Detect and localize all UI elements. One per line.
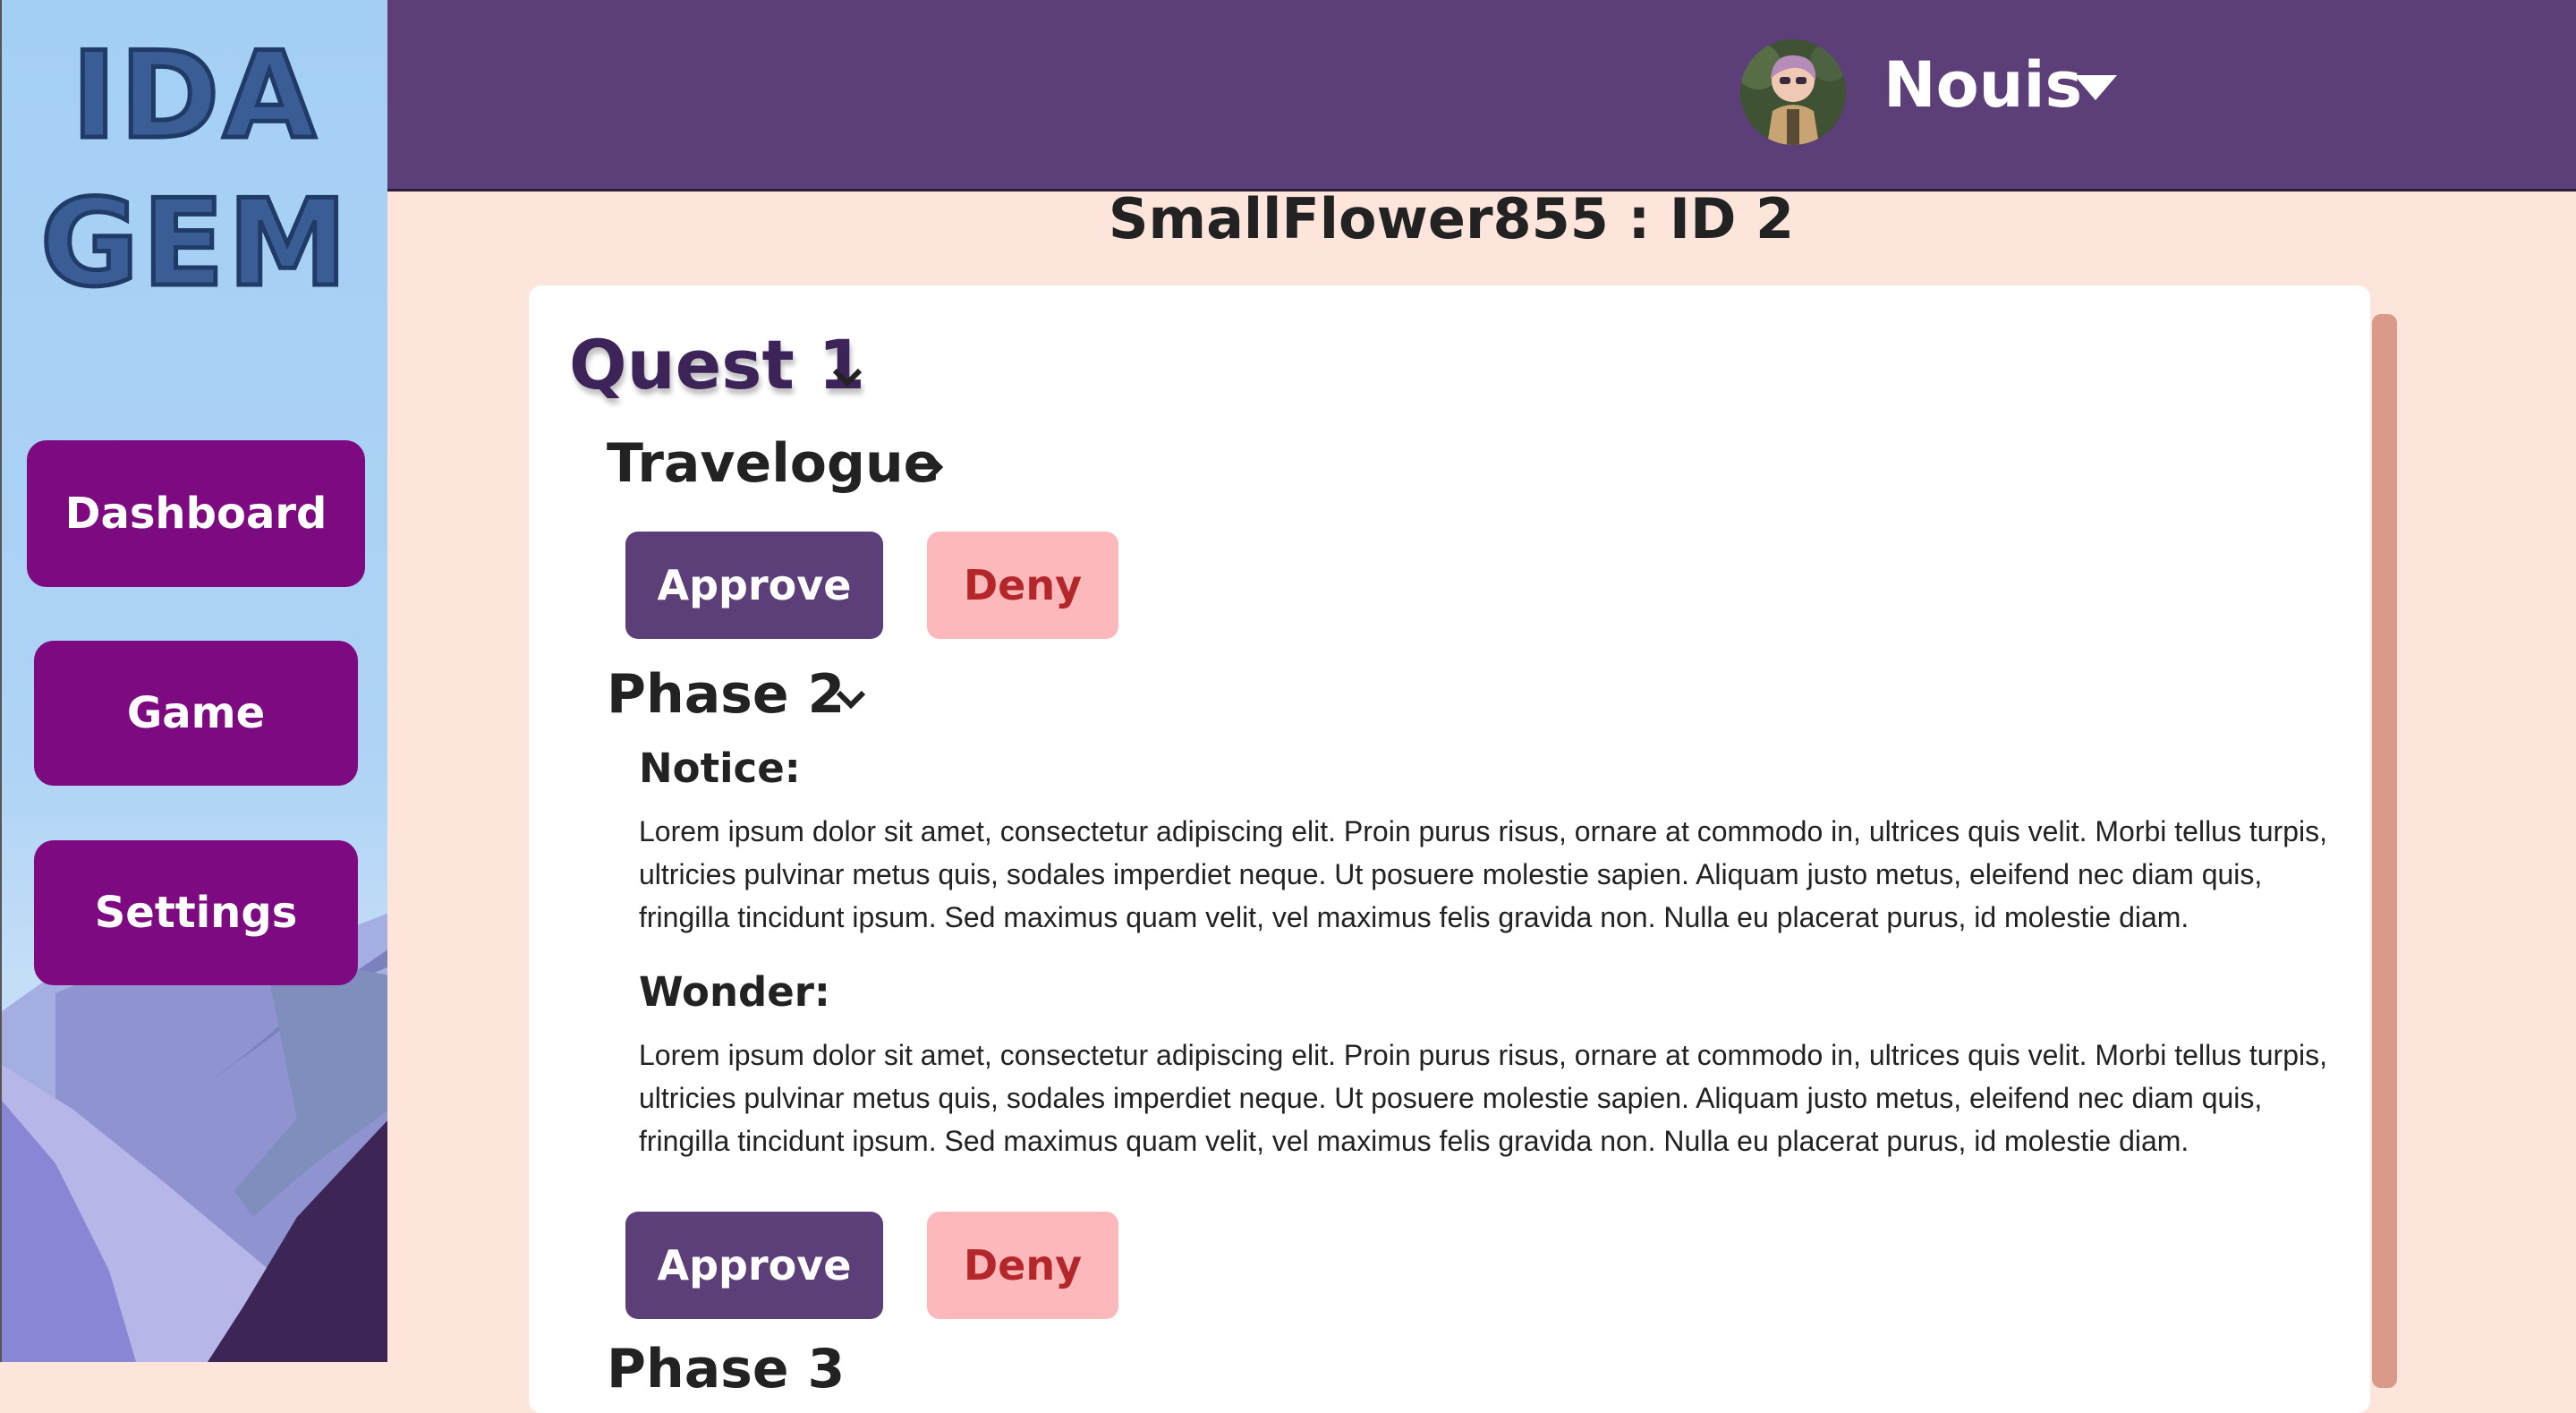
travelogue-deny-button[interactable]: Deny	[927, 532, 1118, 639]
phase2-approve-label: Approve	[657, 1241, 852, 1290]
nav-settings-label: Settings	[94, 888, 298, 938]
chevron-down-icon[interactable]	[829, 363, 865, 390]
logo-line-2: GEM	[38, 174, 351, 313]
avatar-image	[1740, 39, 1846, 145]
wonder-text: Lorem ipsum dolor sit amet, consectetur …	[639, 1039, 2327, 1157]
top-header	[387, 0, 2576, 192]
nav-settings-button[interactable]: Settings	[34, 840, 358, 985]
sidebar: IDA GEM Dashboard Game Settings	[0, 0, 387, 1362]
section-phase2-title[interactable]: Phase 2	[607, 668, 845, 721]
section-phase2-label: Phase 2	[607, 663, 846, 726]
avatar[interactable]	[1740, 39, 1846, 145]
travelogue-approve-button[interactable]: Approve	[625, 532, 883, 639]
nav-game-label: Game	[126, 688, 266, 738]
caret-down-icon[interactable]	[2074, 75, 2117, 100]
logo-line-1: IDA	[70, 26, 319, 166]
quest-title-label: Quest 1	[569, 325, 866, 404]
phase2-approve-button[interactable]: Approve	[625, 1212, 883, 1319]
scrollbar-thumb[interactable]	[2372, 314, 2397, 1388]
section-travelogue-title[interactable]: Travelogue	[607, 437, 939, 490]
notice-label: Notice:	[639, 745, 801, 792]
chevron-right-icon[interactable]	[920, 449, 947, 485]
travelogue-approve-label: Approve	[657, 561, 852, 609]
section-phase3-label: Phase 3	[607, 1338, 846, 1400]
phase2-deny-label: Deny	[963, 1241, 1083, 1290]
page-title: SmallFlower855 : ID 2	[1108, 186, 1795, 251]
nav-dashboard-button[interactable]: Dashboard	[27, 440, 365, 587]
travelogue-deny-label: Deny	[963, 561, 1083, 609]
section-phase3-title[interactable]: Phase 3	[607, 1342, 845, 1396]
nav-dashboard-label: Dashboard	[64, 489, 327, 539]
notice-text: Lorem ipsum dolor sit amet, consectetur …	[639, 815, 2327, 933]
phase2-deny-button[interactable]: Deny	[927, 1212, 1118, 1319]
user-name[interactable]: Nouis	[1883, 54, 2082, 116]
wonder-label: Wonder:	[639, 968, 830, 1016]
nav-game-button[interactable]: Game	[34, 641, 358, 786]
quest-title[interactable]: Quest 1	[569, 331, 865, 399]
section-travelogue-label: Travelogue	[607, 432, 940, 495]
chevron-down-icon[interactable]	[833, 685, 869, 712]
